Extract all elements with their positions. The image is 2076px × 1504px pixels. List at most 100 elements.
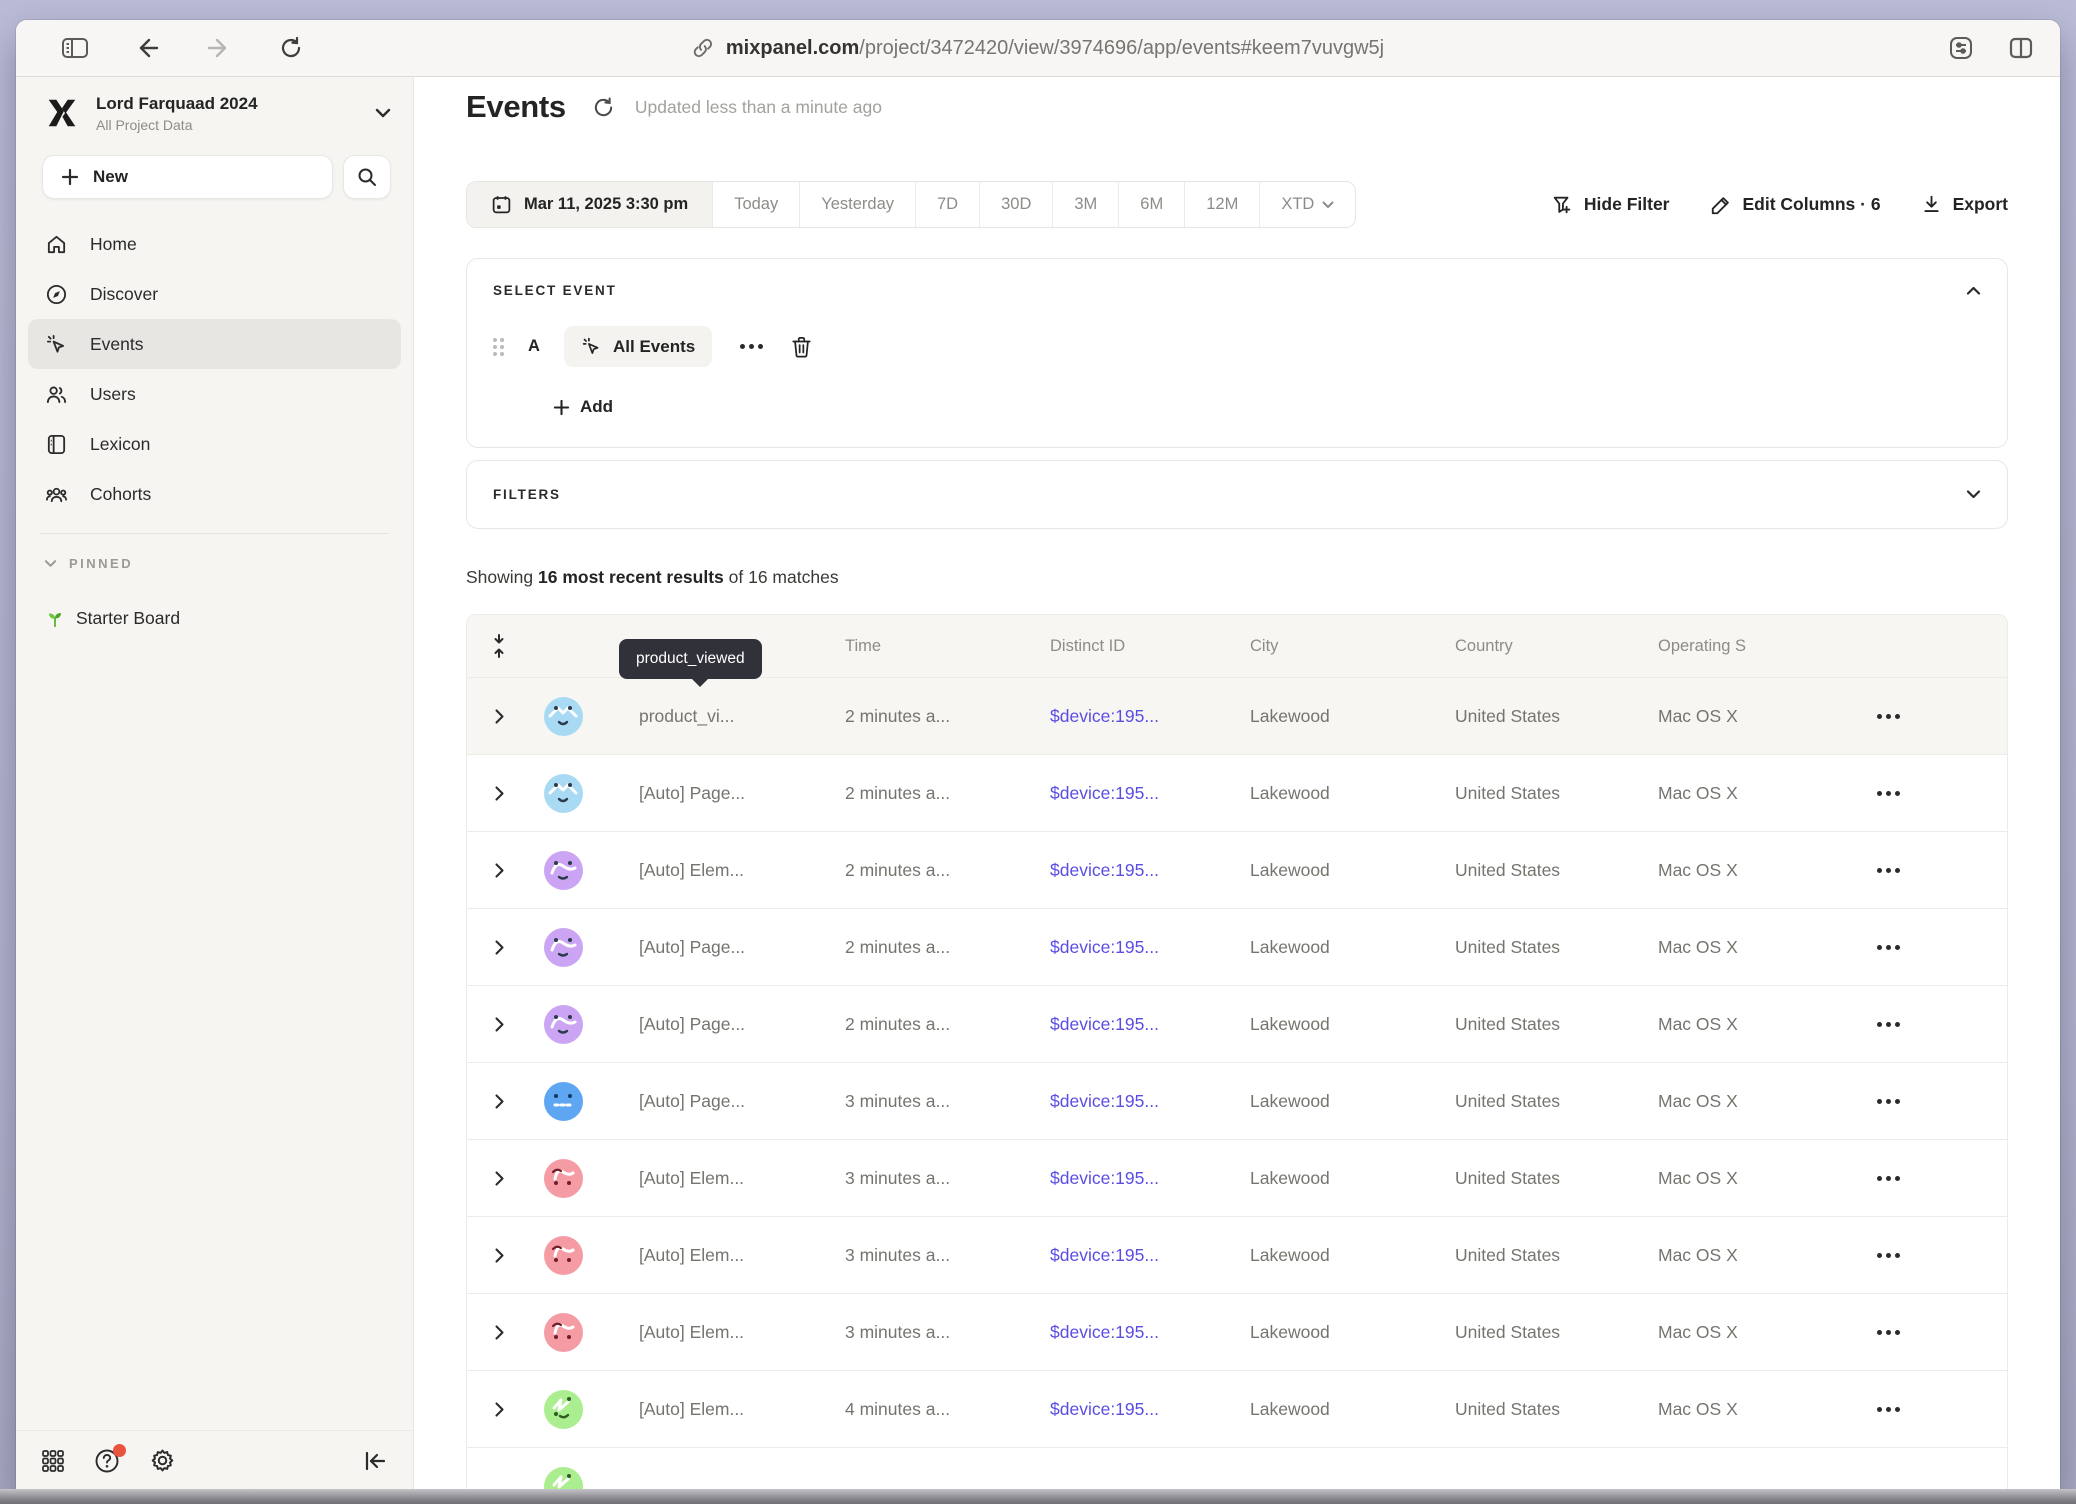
trash-icon[interactable] — [791, 336, 812, 358]
distinct-id-link[interactable]: $device:195... — [1050, 706, 1250, 727]
sidebar-item-lexicon[interactable]: Lexicon — [28, 419, 401, 469]
col-distinct-id[interactable]: Distinct ID — [1050, 637, 1250, 656]
gear-icon[interactable] — [150, 1448, 175, 1473]
distinct-id-link[interactable]: $device:195... — [1050, 1168, 1250, 1189]
distinct-id-link[interactable]: $device:195... — [1050, 783, 1250, 804]
url-text[interactable]: mixpanel.com/project/3472420/view/397469… — [726, 37, 1384, 60]
new-button[interactable]: New — [42, 155, 333, 199]
col-country[interactable]: Country — [1455, 637, 1658, 656]
collapse-sidebar-icon[interactable] — [363, 1450, 387, 1472]
pinned-section-toggle[interactable]: PINNED — [44, 556, 413, 571]
table-row[interactable]: [Auto] Page... 3 minutes a... $device:19… — [467, 1062, 2007, 1139]
help-icon[interactable] — [94, 1448, 120, 1474]
expand-row-icon[interactable] — [467, 709, 531, 724]
distinct-id-link[interactable]: $device:195... — [1050, 1245, 1250, 1266]
event-more-button[interactable] — [734, 338, 769, 355]
row-more-button[interactable] — [1871, 862, 1906, 879]
reload-icon[interactable] — [274, 33, 308, 63]
apps-grid-icon[interactable] — [42, 1450, 64, 1472]
event-name-cell[interactable]: [Auto] Page... — [595, 937, 845, 958]
chevron-down-icon[interactable] — [1966, 490, 1981, 499]
sidebar-item-discover[interactable]: Discover — [28, 269, 401, 319]
drag-handle[interactable] — [493, 338, 504, 356]
sidebar-toggle-icon[interactable] — [58, 33, 92, 63]
forward-icon[interactable] — [202, 33, 236, 63]
row-more-button[interactable] — [1871, 1016, 1906, 1033]
event-name-cell[interactable]: [Auto] Elem... — [595, 1168, 845, 1189]
add-event-button[interactable]: Add — [553, 397, 1981, 417]
row-more-button[interactable] — [1871, 708, 1906, 725]
sidebar-item-home[interactable]: Home — [28, 219, 401, 269]
col-time[interactable]: Time — [845, 637, 1050, 656]
date-picker-button[interactable]: Mar 11, 2025 3:30 pm — [467, 182, 712, 227]
table-row[interactable]: [Auto] Page... 2 minutes a... $device:19… — [467, 754, 2007, 831]
row-more-button[interactable] — [1871, 1401, 1906, 1418]
row-more-button[interactable] — [1871, 1247, 1906, 1264]
distinct-id-link[interactable]: $device:195... — [1050, 1322, 1250, 1343]
table-row[interactable]: [Auto] Page... 2 minutes a... $device:19… — [467, 985, 2007, 1062]
sidebar-item-starter-board[interactable]: Starter Board — [28, 595, 401, 641]
col-os[interactable]: Operating S — [1658, 637, 1861, 656]
project-switcher[interactable]: Lord Farquaad 2024 All Project Data — [42, 93, 391, 133]
sidebar-item-events[interactable]: Events — [28, 319, 401, 369]
range-12m[interactable]: 12M — [1184, 182, 1259, 227]
row-more-button[interactable] — [1871, 939, 1906, 956]
row-more-button[interactable] — [1871, 1170, 1906, 1187]
table-row[interactable]: [Auto] Elem... 4 minutes a... $device:19… — [467, 1370, 2007, 1447]
range-yesterday[interactable]: Yesterday — [799, 182, 915, 227]
range-30d[interactable]: 30D — [979, 182, 1052, 227]
row-more-button[interactable] — [1871, 1324, 1906, 1341]
event-name-cell[interactable]: product_vi... — [595, 706, 845, 727]
refresh-icon[interactable] — [592, 96, 615, 119]
event-selector[interactable]: All Events — [564, 326, 712, 367]
expand-row-icon[interactable] — [467, 1325, 531, 1340]
expand-row-icon[interactable] — [467, 1402, 531, 1417]
split-view-icon[interactable] — [2004, 33, 2038, 63]
row-more-button[interactable] — [1871, 1093, 1906, 1110]
expand-row-icon[interactable] — [467, 1248, 531, 1263]
table-row-partial[interactable] — [467, 1447, 2007, 1490]
edit-columns-button[interactable]: Edit Columns · 6 — [1710, 194, 1881, 216]
expand-row-icon[interactable] — [467, 1017, 531, 1032]
event-name-cell[interactable]: [Auto] Elem... — [595, 860, 845, 881]
distinct-id-link[interactable]: $device:195... — [1050, 1091, 1250, 1112]
expand-row-icon[interactable] — [467, 1094, 531, 1109]
sidebar-item-users[interactable]: Users — [28, 369, 401, 419]
chevron-up-icon[interactable] — [1966, 286, 1981, 295]
table-row[interactable]: [Auto] Elem... 3 minutes a... $device:19… — [467, 1216, 2007, 1293]
search-button[interactable] — [343, 155, 391, 199]
table-row[interactable]: [Auto] Elem... 3 minutes a... $device:19… — [467, 1139, 2007, 1216]
table-row[interactable]: product_vi... 2 minutes a... $device:195… — [467, 677, 2007, 754]
range-7d[interactable]: 7D — [915, 182, 979, 227]
table-row[interactable]: [Auto] Elem... 2 minutes a... $device:19… — [467, 831, 2007, 908]
back-icon[interactable] — [130, 33, 164, 63]
expand-row-icon[interactable] — [467, 786, 531, 801]
event-name-cell[interactable]: [Auto] Elem... — [595, 1399, 845, 1420]
collapse-all-rows-icon[interactable] — [467, 634, 531, 658]
col-city[interactable]: City — [1250, 637, 1455, 656]
distinct-id-link[interactable]: $device:195... — [1050, 1014, 1250, 1035]
expand-row-icon[interactable] — [467, 940, 531, 955]
event-name-cell[interactable]: [Auto] Elem... — [595, 1245, 845, 1266]
distinct-id-link[interactable]: $device:195... — [1050, 1399, 1250, 1420]
page-settings-icon[interactable] — [1944, 33, 1978, 63]
range-xtd[interactable]: XTD — [1259, 182, 1355, 227]
export-button[interactable]: Export — [1921, 194, 2008, 215]
range-6m[interactable]: 6M — [1118, 182, 1184, 227]
range-today[interactable]: Today — [712, 182, 799, 227]
table-row[interactable]: [Auto] Page... 2 minutes a... $device:19… — [467, 908, 2007, 985]
table-row[interactable]: [Auto] Elem... 3 minutes a... $device:19… — [467, 1293, 2007, 1370]
chevron-down-icon[interactable] — [375, 108, 391, 118]
expand-row-icon[interactable] — [467, 863, 531, 878]
distinct-id-link[interactable]: $device:195... — [1050, 937, 1250, 958]
event-name-cell[interactable]: [Auto] Elem... — [595, 1322, 845, 1343]
expand-row-icon[interactable] — [467, 1171, 531, 1186]
row-more-button[interactable] — [1871, 785, 1906, 802]
distinct-id-link[interactable]: $device:195... — [1050, 860, 1250, 881]
event-name-cell[interactable]: [Auto] Page... — [595, 1091, 845, 1112]
sidebar-item-cohorts[interactable]: Cohorts — [28, 469, 401, 519]
event-name-cell[interactable]: [Auto] Page... — [595, 783, 845, 804]
range-3m[interactable]: 3M — [1052, 182, 1118, 227]
hide-filter-button[interactable]: Hide Filter — [1551, 194, 1670, 216]
event-name-cell[interactable]: [Auto] Page... — [595, 1014, 845, 1035]
